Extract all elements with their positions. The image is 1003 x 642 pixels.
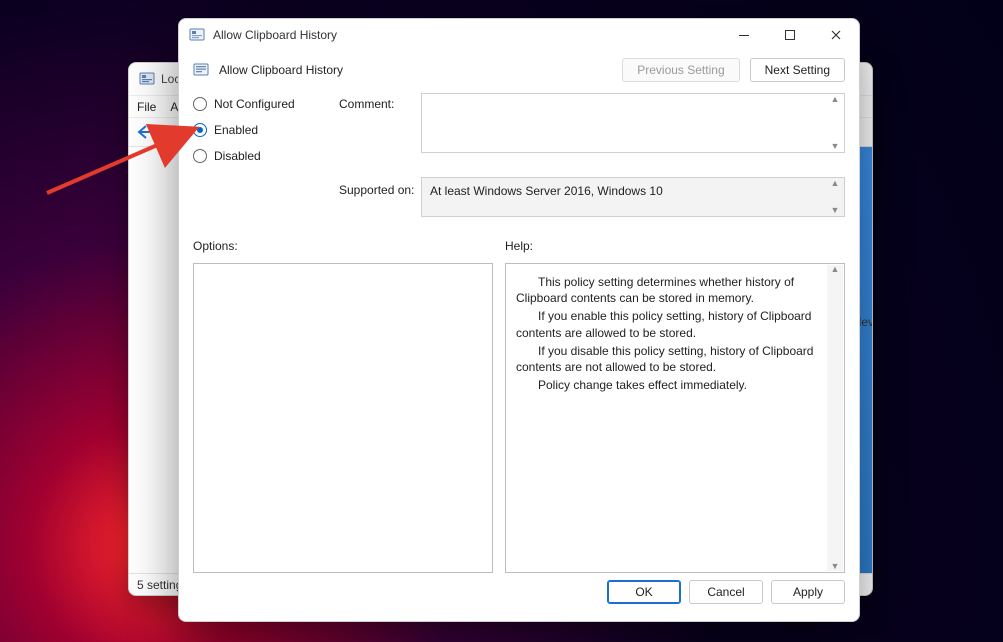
supported-scrollbar[interactable]: ▲ ▼ (827, 179, 843, 215)
radio-enabled[interactable]: Enabled (193, 123, 333, 137)
next-setting-button[interactable]: Next Setting (750, 58, 845, 82)
back-status-text: 5 setting (137, 578, 182, 592)
help-paragraph: If you disable this policy setting, hist… (516, 343, 826, 375)
help-paragraph: This policy setting determines whether h… (516, 274, 826, 306)
window-buttons (721, 19, 859, 51)
apply-button[interactable]: Apply (771, 580, 845, 604)
supported-on-value: At least Windows Server 2016, Windows 10 (430, 184, 663, 198)
options-label: Options: (193, 239, 493, 253)
comment-label: Comment: (339, 93, 415, 111)
scroll-up-icon[interactable]: ▲ (831, 95, 840, 104)
help-label: Help: (505, 239, 845, 253)
radio-disabled[interactable]: Disabled (193, 149, 333, 163)
minimize-button[interactable] (721, 19, 767, 51)
radio-enabled-label: Enabled (214, 123, 258, 137)
help-paragraph: Policy change takes effect immediately. (516, 377, 826, 393)
radio-dot-icon (193, 149, 207, 163)
maximize-button[interactable] (767, 19, 813, 51)
options-pane (193, 263, 493, 573)
scroll-down-icon[interactable]: ▼ (831, 562, 840, 571)
cancel-button[interactable]: Cancel (689, 580, 763, 604)
dialog-title: Allow Clipboard History (213, 28, 337, 42)
radio-not-configured-label: Not Configured (214, 97, 295, 111)
scroll-up-icon[interactable]: ▲ (831, 179, 840, 188)
scroll-up-icon[interactable]: ▲ (831, 265, 840, 274)
radio-dot-icon (193, 97, 207, 111)
policy-heading-icon (193, 62, 209, 78)
supported-on-label: Supported on: (339, 177, 415, 197)
supported-on-box: At least Windows Server 2016, Windows 10… (421, 177, 845, 217)
radio-disabled-label: Disabled (214, 149, 261, 163)
help-pane: This policy setting determines whether h… (505, 263, 845, 573)
gpedit-icon (139, 71, 155, 87)
help-scrollbar[interactable]: ▲ ▼ (827, 265, 843, 571)
dialog-footer: OK Cancel Apply (179, 573, 859, 621)
ok-button[interactable]: OK (607, 580, 681, 604)
scroll-down-icon[interactable]: ▼ (831, 206, 840, 215)
policy-icon (189, 27, 205, 43)
state-radio-group: Not Configured Enabled Disabled (193, 93, 333, 163)
comment-scrollbar[interactable]: ▲ ▼ (827, 95, 843, 151)
back-nav-back-icon[interactable] (135, 123, 153, 141)
help-paragraph: If you enable this policy setting, histo… (516, 308, 826, 340)
policy-dialog: Allow Clipboard History Allow Clipboard … (178, 18, 860, 622)
dialog-header: Allow Clipboard History Previous Setting… (179, 51, 859, 89)
radio-dot-icon (193, 123, 207, 137)
back-nav-forward-icon[interactable] (157, 123, 175, 141)
dialog-body: Not Configured Enabled Disabled Comment:… (179, 89, 859, 573)
menu-file[interactable]: File (137, 100, 156, 114)
previous-setting-button: Previous Setting (622, 58, 739, 82)
comment-textarea[interactable]: ▲ ▼ (421, 93, 845, 153)
scroll-down-icon[interactable]: ▼ (831, 142, 840, 151)
close-button[interactable] (813, 19, 859, 51)
dialog-titlebar[interactable]: Allow Clipboard History (179, 19, 859, 51)
dialog-heading: Allow Clipboard History (219, 63, 343, 77)
radio-not-configured[interactable]: Not Configured (193, 97, 333, 111)
back-selection-strip (858, 147, 872, 573)
